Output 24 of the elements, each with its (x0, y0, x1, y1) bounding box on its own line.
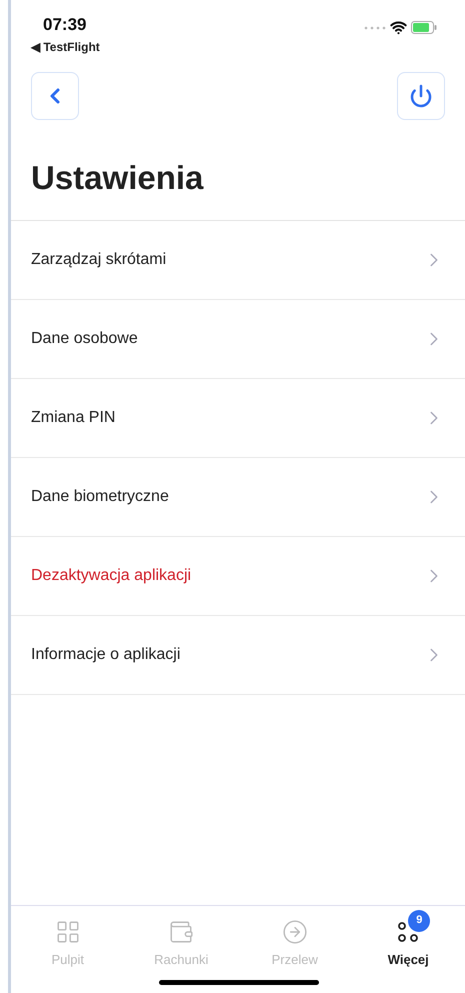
settings-item[interactable]: Informacje o aplikacji (11, 616, 465, 695)
tab-label: Pulpit (51, 950, 84, 969)
power-icon (409, 84, 433, 108)
tab-label: Więcej (388, 950, 429, 969)
settings-item[interactable]: Dezaktywacja aplikacji (11, 537, 465, 616)
grid-icon (54, 918, 81, 944)
tab-label: Przelew (272, 950, 318, 968)
notification-badge: 9 (408, 910, 430, 932)
signal-icon (364, 26, 386, 30)
status-time: 07:39 (42, 14, 88, 36)
page-title: Ustawienia (30, 158, 204, 198)
logout-button[interactable] (397, 72, 445, 120)
tab-bar-item[interactable]: 9 Więcej (352, 908, 465, 969)
back-button[interactable] (31, 72, 79, 120)
tab-label: Rachunki (154, 950, 208, 968)
settings-item[interactable]: Zmiana PIN (11, 379, 465, 458)
settings-item[interactable]: Dane biometryczne (11, 458, 465, 537)
wifi-icon (390, 19, 407, 36)
battery-icon (411, 21, 437, 34)
settings-item[interactable]: Zarządzaj skrótami (11, 221, 465, 300)
back-to-app-link[interactable]: ◀ TestFlight (31, 38, 100, 56)
wallet-icon (168, 918, 194, 944)
settings-item[interactable]: Dane osobowe (11, 300, 465, 379)
arrow-circle-icon (282, 918, 308, 944)
